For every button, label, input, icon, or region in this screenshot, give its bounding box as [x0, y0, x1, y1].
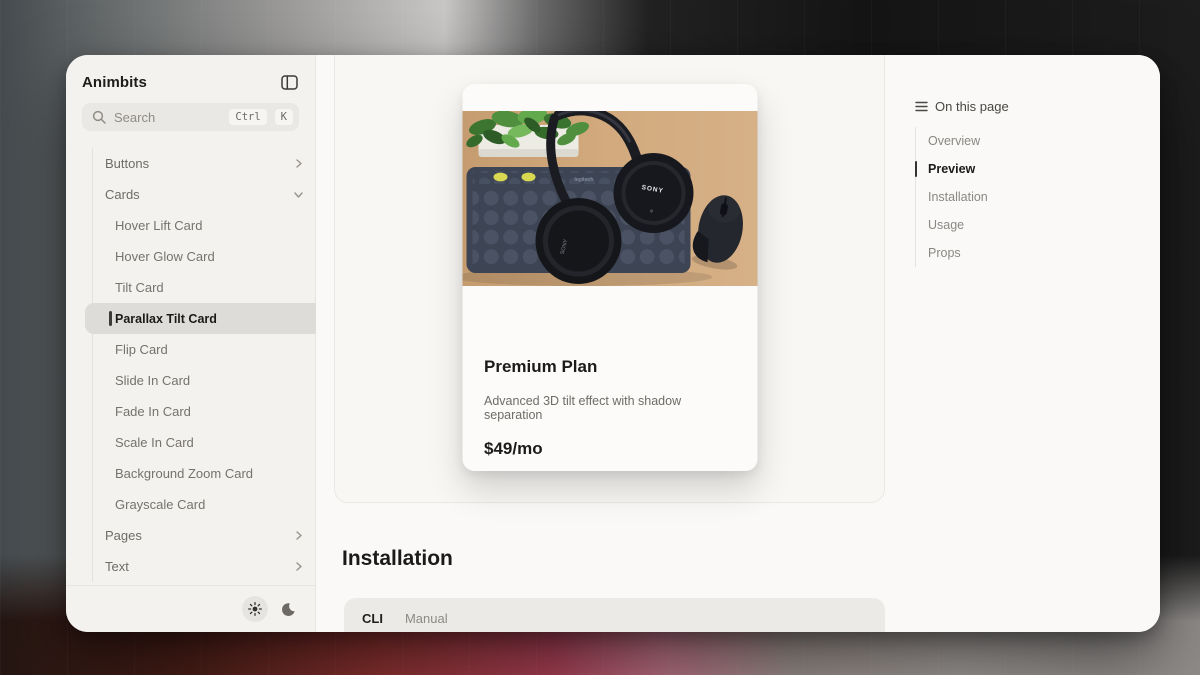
- install-tabs: CLI Manual: [362, 611, 867, 632]
- svg-text:logitech: logitech: [574, 177, 593, 183]
- list-icon: [915, 101, 928, 112]
- sidebar-item-slide-in-card[interactable]: Slide In Card: [93, 365, 315, 396]
- sidebar-item-pages[interactable]: Pages: [93, 520, 315, 551]
- sidebar-item-cards[interactable]: Cards: [93, 179, 315, 210]
- sidebar-item-text[interactable]: Text: [93, 551, 315, 582]
- sidebar-item-grayscale-card[interactable]: Grayscale Card: [93, 489, 315, 520]
- shortcut-key-k: K: [274, 109, 293, 125]
- sidebar-item-hover-glow-card[interactable]: Hover Glow Card: [93, 241, 315, 272]
- sidebar-header: Animbits: [66, 55, 315, 103]
- app-window: Animbits Search Ctrl K Buttons Cards Hov…: [66, 55, 1160, 632]
- chevron-right-icon: [296, 159, 302, 168]
- main-content: logitech SONY SONY Premium Plan Advanced…: [316, 55, 1160, 632]
- toc-title: On this page: [935, 99, 1009, 114]
- product-photo: logitech SONY SONY: [462, 111, 757, 286]
- chevron-right-icon: [296, 531, 302, 540]
- card-title: Premium Plan: [484, 357, 598, 376]
- search-placeholder: Search: [114, 109, 156, 125]
- shortcut-key-ctrl: Ctrl: [229, 109, 267, 125]
- sidebar-item-hover-lift-card[interactable]: Hover Lift Card: [93, 210, 315, 241]
- search-icon: [92, 110, 106, 124]
- sidebar-item-scale-in-card[interactable]: Scale In Card: [93, 427, 315, 458]
- table-of-contents: On this page Overview Preview Installati…: [914, 99, 1075, 267]
- light-theme-button[interactable]: [242, 596, 268, 622]
- sidebar-item-flip-card[interactable]: Flip Card: [93, 334, 315, 365]
- sun-icon: [248, 602, 262, 616]
- parallax-tilt-demo-card[interactable]: logitech SONY SONY Premium Plan Advanced…: [462, 84, 757, 471]
- sidebar: Animbits Search Ctrl K Buttons Cards Hov…: [66, 55, 323, 632]
- preview-panel: logitech SONY SONY Premium Plan Advanced…: [334, 55, 885, 503]
- card-description: Advanced 3D tilt effect with shadow sepa…: [484, 394, 682, 422]
- moon-icon: [281, 602, 295, 616]
- sidebar-nav: Buttons Cards Hover Lift Card Hover Glow…: [85, 148, 323, 582]
- installation-heading: Installation: [342, 547, 453, 570]
- sidebar-item-parallax-tilt-card[interactable]: Parallax Tilt Card: [85, 303, 323, 334]
- sidebar-collapse-icon[interactable]: [279, 72, 299, 92]
- toc-header: On this page: [915, 99, 1075, 114]
- search-input[interactable]: Search Ctrl K: [82, 103, 299, 131]
- tab-manual[interactable]: Manual: [405, 611, 448, 632]
- sidebar-footer: [66, 585, 315, 632]
- card-price: $49/mo: [484, 439, 543, 458]
- tab-cli[interactable]: CLI: [362, 611, 383, 632]
- brand-title: Animbits: [82, 73, 147, 91]
- active-indicator: [109, 311, 112, 326]
- sidebar-item-tilt-card[interactable]: Tilt Card: [93, 272, 315, 303]
- chevron-down-icon: [294, 192, 303, 198]
- dark-theme-button[interactable]: [275, 596, 301, 622]
- sidebar-item-background-zoom-card[interactable]: Background Zoom Card: [93, 458, 315, 489]
- toc-item-preview[interactable]: Preview: [914, 155, 1075, 183]
- installation-code-panel: CLI Manual: [344, 598, 885, 632]
- toc-list: Overview Preview Installation Usage Prop…: [914, 127, 1075, 267]
- toc-item-installation[interactable]: Installation: [916, 183, 1075, 211]
- toc-item-usage[interactable]: Usage: [916, 211, 1075, 239]
- card-body: Premium Plan Advanced 3D tilt effect wit…: [462, 286, 757, 459]
- toc-item-props[interactable]: Props: [916, 239, 1075, 267]
- toc-active-indicator: [914, 161, 917, 177]
- toc-item-overview[interactable]: Overview: [916, 127, 1075, 155]
- chevron-right-icon: [296, 562, 302, 571]
- sidebar-item-fade-in-card[interactable]: Fade In Card: [93, 396, 315, 427]
- sidebar-item-buttons[interactable]: Buttons: [93, 148, 315, 179]
